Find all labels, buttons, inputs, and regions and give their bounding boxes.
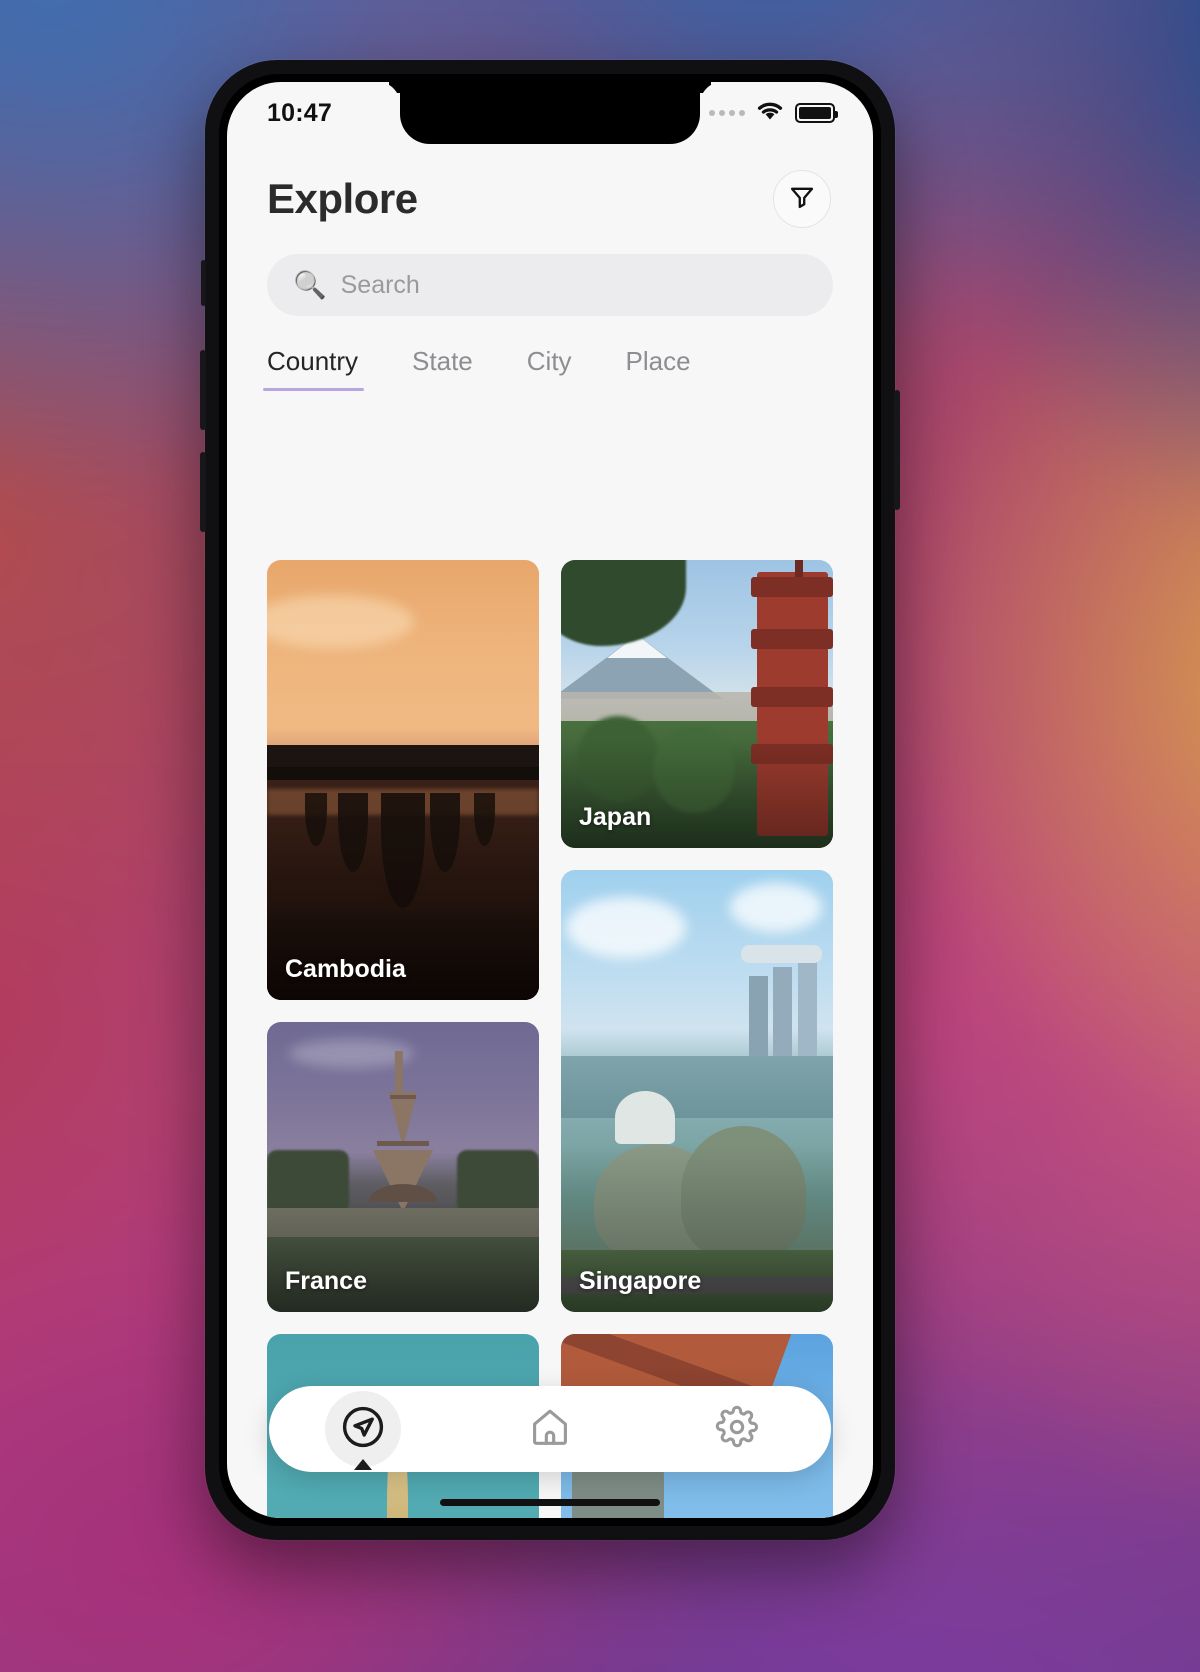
battery-full-icon <box>795 103 838 123</box>
nav-item-explore[interactable] <box>324 1391 401 1467</box>
grid-column-left: Cambodia France <box>267 560 539 1518</box>
home-indicator <box>440 1499 660 1506</box>
volume-up-button[interactable] <box>200 350 206 430</box>
status-time: 10:47 <box>267 98 332 127</box>
category-tabs: Country State City Place <box>227 316 873 391</box>
card-scrim <box>561 870 833 1312</box>
nav-item-settings[interactable] <box>699 1391 775 1467</box>
mute-switch[interactable] <box>201 260 206 306</box>
search-magnifier-icon: 🔍 <box>293 269 327 300</box>
card-scrim <box>267 560 539 1000</box>
card-label-france: France <box>285 1267 367 1295</box>
card-label-japan: Japan <box>579 803 652 831</box>
tab-country-label: Country <box>267 346 359 376</box>
phone-screen: 10:47 Explore 🔍 Search Country State Cit… <box>227 82 873 1518</box>
status-bar: 10:47 <box>227 82 873 144</box>
grid-column-right: Japan Singapore <box>561 560 833 1518</box>
volume-down-button[interactable] <box>200 452 206 532</box>
gear-icon <box>715 1405 759 1454</box>
tab-city[interactable]: City <box>527 346 572 391</box>
nav-item-home[interactable] <box>512 1391 588 1467</box>
tab-place-label: Place <box>625 346 691 376</box>
power-button[interactable] <box>894 390 900 510</box>
phone-device-frame: 10:47 Explore 🔍 Search Country State Cit… <box>200 60 900 1540</box>
navigation-compass-icon <box>339 1403 387 1456</box>
destination-card-singapore[interactable]: Singapore <box>561 870 833 1312</box>
bottom-navigation-bar <box>269 1386 831 1472</box>
app-header: Explore <box>227 144 873 228</box>
tab-place[interactable]: Place <box>626 346 691 391</box>
search-bar[interactable]: 🔍 <box>267 254 833 316</box>
card-label-cambodia: Cambodia <box>285 955 406 983</box>
destination-card-japan[interactable]: Japan <box>561 560 833 848</box>
destination-grid[interactable]: Cambodia France Japan Singapore <box>227 560 873 1518</box>
signal-dots-icon <box>709 110 745 116</box>
tab-state[interactable]: State <box>412 346 473 391</box>
filter-funnel-icon <box>788 183 816 216</box>
phone-bezel: 10:47 Explore 🔍 Search Country State Cit… <box>219 74 881 1526</box>
search-section: 🔍 <box>227 228 873 316</box>
card-label-singapore: Singapore <box>579 1267 702 1295</box>
wifi-icon <box>755 100 785 127</box>
search-input[interactable] <box>340 270 807 300</box>
filter-button[interactable] <box>773 170 831 228</box>
destination-card-france[interactable]: France <box>267 1022 539 1312</box>
tab-state-label: State <box>412 346 473 376</box>
home-icon <box>528 1405 572 1454</box>
tab-country[interactable]: Country <box>263 346 365 391</box>
status-indicators <box>709 100 838 127</box>
tab-active-underline <box>263 388 365 391</box>
tab-city-label: City <box>526 346 572 376</box>
destination-card-cambodia[interactable]: Cambodia <box>267 560 539 1000</box>
page-title: Explore <box>267 175 418 222</box>
